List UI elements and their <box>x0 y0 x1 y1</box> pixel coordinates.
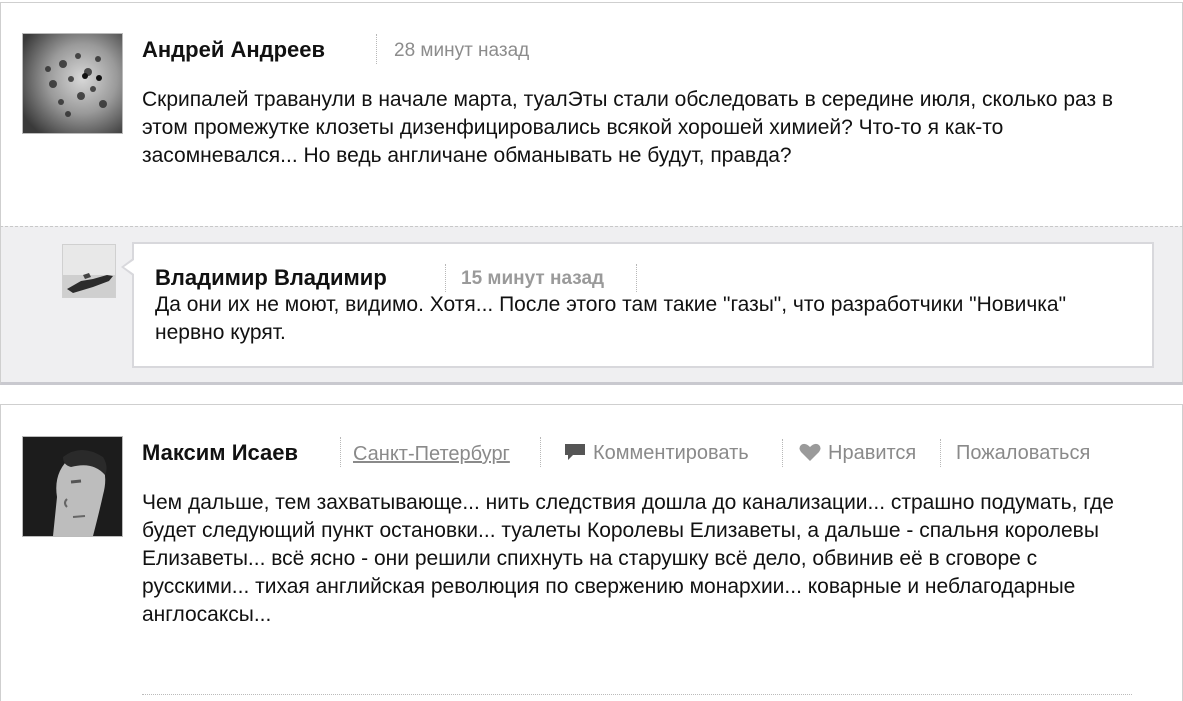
heart-icon <box>798 442 822 468</box>
comment-action-label: Комментировать <box>593 442 749 464</box>
separator <box>540 437 541 467</box>
man-portrait-avatar-icon[interactable] <box>22 436 123 537</box>
like-action-label: Нравится <box>828 442 917 464</box>
separator <box>445 264 446 292</box>
comment-author[interactable]: Максим Исаев <box>142 440 298 466</box>
separator <box>636 264 637 292</box>
separator <box>940 439 941 467</box>
speech-bubble-icon <box>563 442 587 468</box>
reply-author[interactable]: Владимир Владимир <box>155 265 387 291</box>
separator <box>782 439 783 467</box>
leopard-avatar-icon[interactable] <box>22 33 123 134</box>
author-city-link[interactable]: Санкт-Петербург <box>353 443 510 466</box>
reply-text: Да они их не моют, видимо. Хотя... После… <box>155 293 1067 344</box>
sniper-avatar-icon[interactable] <box>62 244 116 298</box>
separator <box>340 437 341 467</box>
comment-text: Чем дальше, тем захватывающе... нить сле… <box>142 491 1114 626</box>
comment-author[interactable]: Андрей Андреев <box>142 37 325 63</box>
comment-text: Скрипалей траванули в начале марта, туал… <box>142 88 1114 167</box>
comment-time: 28 минут назад <box>394 40 530 61</box>
report-action[interactable]: Пожаловаться <box>956 442 1090 465</box>
comment-action[interactable]: Комментировать <box>563 442 749 468</box>
divider <box>142 694 1132 695</box>
reply-pointer-inner <box>124 260 134 274</box>
separator <box>376 34 377 64</box>
reply-time: 15 минут назад <box>461 268 605 289</box>
like-action[interactable]: Нравится <box>798 442 916 468</box>
